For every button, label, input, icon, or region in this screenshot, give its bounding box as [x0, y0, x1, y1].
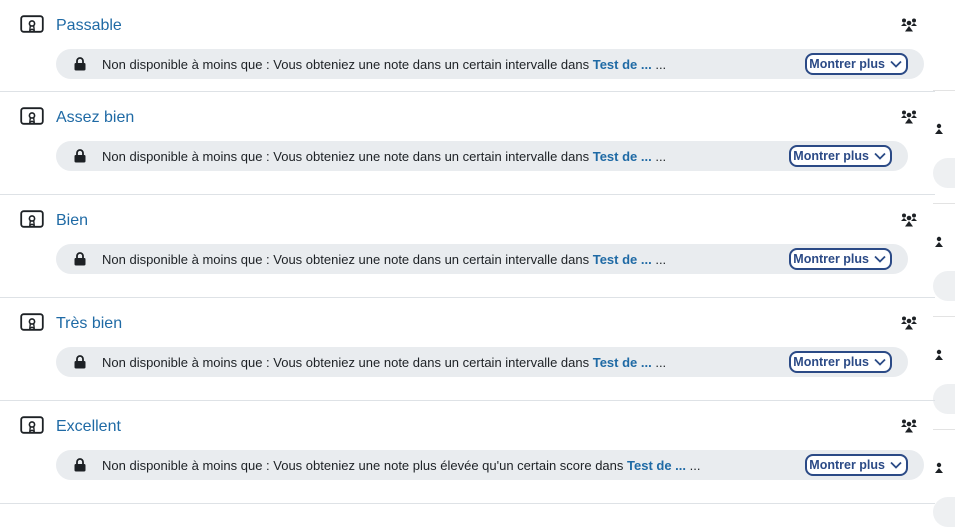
- activity-title-link[interactable]: Excellent: [56, 418, 121, 436]
- restriction-pill: [933, 384, 955, 414]
- restriction-ellipsis: ...: [686, 457, 701, 473]
- access-restriction: Non disponible à moins que : Vous obteni…: [56, 141, 908, 171]
- restriction-pill: [933, 158, 955, 188]
- activity-item: Assez bien Non disponible à moins que : …: [0, 92, 935, 195]
- lock-icon: [74, 149, 86, 163]
- restriction-quiz-link[interactable]: Test de ...: [627, 458, 686, 473]
- activity-title-link[interactable]: Passable: [56, 17, 122, 35]
- group-mode-icon[interactable]: [900, 315, 918, 331]
- chevron-down-icon: [874, 358, 886, 366]
- restriction-condition: Non disponible à moins que : Vous obteni…: [102, 354, 593, 370]
- group-mode-icon[interactable]: [900, 17, 918, 33]
- group-mode-icon[interactable]: [900, 109, 918, 125]
- restriction-ellipsis: ...: [651, 148, 667, 164]
- restriction-quiz-link[interactable]: Test de ...: [593, 149, 652, 164]
- restriction-text: Non disponible à moins que : Vous obteni…: [102, 252, 666, 267]
- lock-icon: [74, 252, 86, 266]
- access-restriction: Non disponible à moins que : Vous obteni…: [56, 49, 924, 79]
- restriction-pill: [933, 497, 955, 527]
- activity-header: Excellent: [20, 415, 121, 439]
- activity-title-link[interactable]: Très bien: [56, 315, 122, 333]
- restriction-quiz-link[interactable]: Test de ...: [593, 355, 652, 370]
- lock-icon: [74, 355, 86, 369]
- activity-item: Très bien Non disponible à moins que : V…: [0, 298, 935, 401]
- restriction-pill: [933, 271, 955, 301]
- group-mode-icon[interactable]: [900, 212, 918, 228]
- restriction-ellipsis: ...: [651, 251, 667, 267]
- chevron-down-icon: [890, 60, 902, 68]
- show-more-button[interactable]: Montrer plus: [789, 248, 892, 270]
- restriction-quiz-link[interactable]: Test de ...: [593, 252, 652, 267]
- show-more-button[interactable]: Montrer plus: [805, 454, 908, 476]
- activity-title-link[interactable]: Assez bien: [56, 109, 134, 127]
- badge-certificate-icon: [20, 416, 44, 434]
- show-more-label: Montrer plus: [793, 149, 869, 163]
- restriction-ellipsis: ...: [651, 56, 667, 72]
- badge-certificate-icon: [20, 313, 44, 331]
- restriction-quiz-link[interactable]: Test de ...: [593, 57, 652, 72]
- show-more-button[interactable]: Montrer plus: [789, 145, 892, 167]
- divider: [933, 316, 955, 317]
- course-page: Passable Non disponible à moins que : Vo…: [0, 0, 955, 529]
- restriction-ellipsis: ...: [651, 354, 667, 370]
- badge-certificate-icon: [20, 107, 44, 125]
- activity-list: Passable Non disponible à moins que : Vo…: [0, 0, 935, 504]
- restriction-condition: Non disponible à moins que : Vous obteni…: [102, 148, 593, 164]
- restriction-condition: Non disponible à moins que : Vous obteni…: [102, 251, 593, 267]
- divider: [933, 203, 955, 204]
- access-restriction: Non disponible à moins que : Vous obteni…: [56, 244, 908, 274]
- show-more-label: Montrer plus: [809, 57, 885, 71]
- restriction-text: Non disponible à moins que : Vous obteni…: [102, 149, 666, 164]
- chevron-down-icon: [890, 461, 902, 469]
- show-more-label: Montrer plus: [793, 252, 869, 266]
- divider: [933, 90, 955, 91]
- activity-item: Excellent Non disponible à moins que : V…: [0, 401, 935, 504]
- group-mode-icon[interactable]: [900, 418, 918, 434]
- activity-header: Passable: [20, 14, 122, 38]
- access-restriction: Non disponible à moins que : Vous obteni…: [56, 450, 924, 480]
- lock-icon: [74, 458, 86, 472]
- restriction-condition: Non disponible à moins que : Vous obteni…: [102, 457, 628, 473]
- activity-item: Bien Non disponible à moins que : Vous o…: [0, 195, 935, 298]
- ghost-item: [933, 429, 955, 529]
- restriction-text: Non disponible à moins que : Vous obteni…: [102, 57, 666, 72]
- lock-icon: [74, 57, 86, 71]
- chevron-down-icon: [874, 152, 886, 160]
- ghost-item: [933, 90, 955, 202]
- ghost-item: [933, 203, 955, 315]
- activity-header: Assez bien: [20, 106, 134, 130]
- activity-header: Bien: [20, 209, 88, 233]
- overlapping-list-edge: [933, 90, 955, 529]
- activity-item: Passable Non disponible à moins que : Vo…: [0, 0, 935, 92]
- access-restriction: Non disponible à moins que : Vous obteni…: [56, 347, 908, 377]
- badge-certificate-icon: [20, 15, 44, 33]
- restriction-text: Non disponible à moins que : Vous obteni…: [102, 355, 666, 370]
- restriction-condition: Non disponible à moins que : Vous obteni…: [102, 56, 593, 72]
- show-more-button[interactable]: Montrer plus: [805, 53, 908, 75]
- show-more-button[interactable]: Montrer plus: [789, 351, 892, 373]
- badge-certificate-icon: [20, 210, 44, 228]
- divider: [933, 429, 955, 430]
- ghost-item: [933, 316, 955, 428]
- show-more-label: Montrer plus: [809, 458, 885, 472]
- show-more-label: Montrer plus: [793, 355, 869, 369]
- activity-title-link[interactable]: Bien: [56, 212, 88, 230]
- restriction-text: Non disponible à moins que : Vous obteni…: [102, 458, 700, 473]
- chevron-down-icon: [874, 255, 886, 263]
- activity-header: Très bien: [20, 312, 122, 336]
